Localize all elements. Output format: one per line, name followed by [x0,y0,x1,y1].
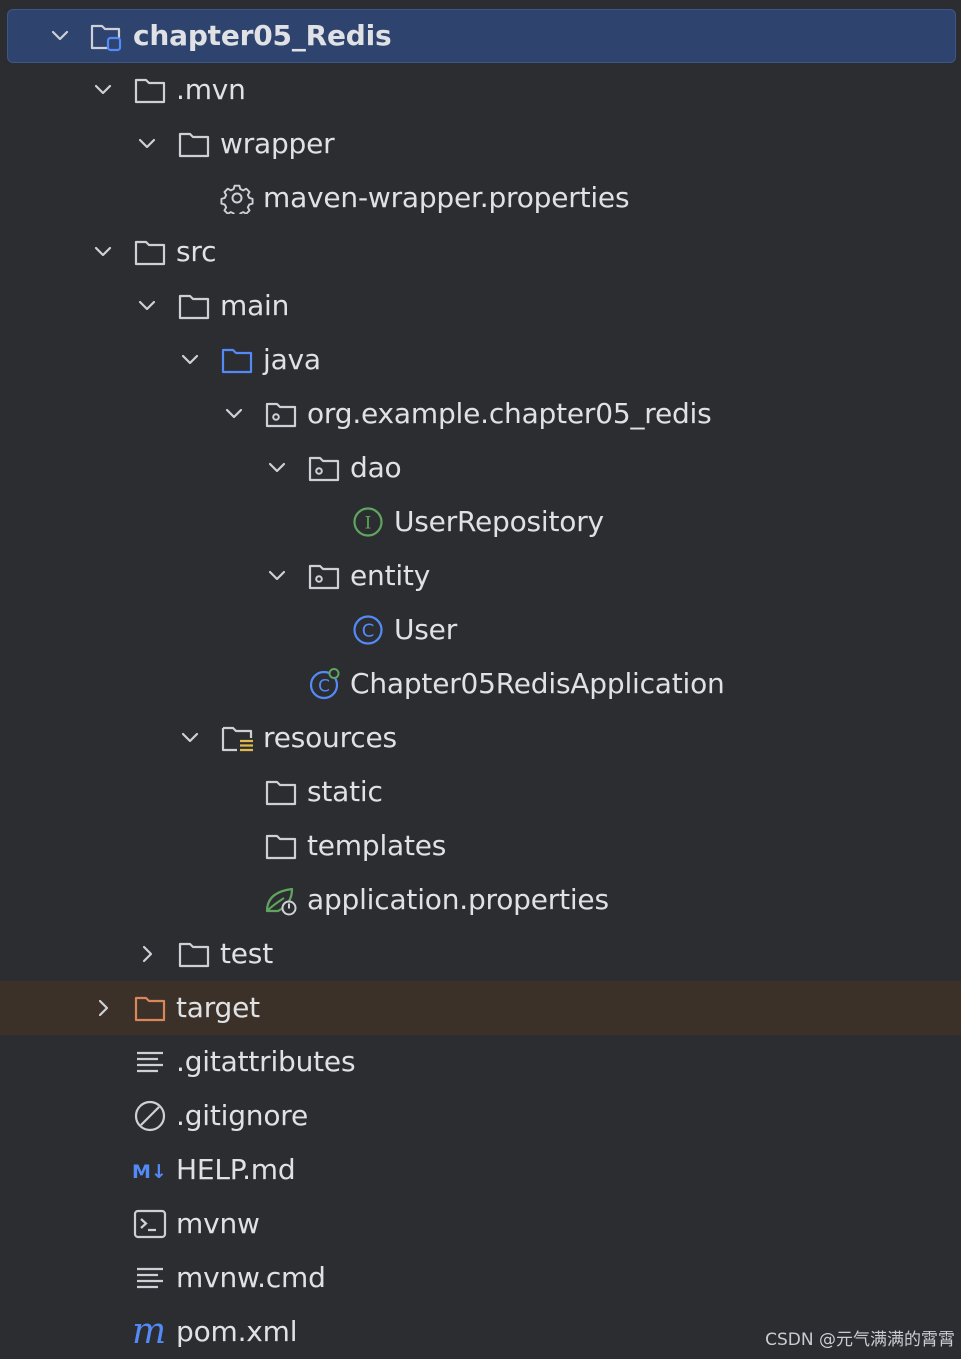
folder-icon [264,830,298,862]
chevron-down-icon[interactable] [264,455,290,481]
tree-label-user: User [394,613,458,646]
source-folder-icon [220,344,254,376]
markdown-glyph: M↓ [132,1161,167,1183]
tree-row-root[interactable]: chapter05_Redis [0,9,961,63]
chevron-down-icon[interactable] [264,563,290,589]
package-icon [307,452,341,484]
chevron-right-icon[interactable] [134,941,160,967]
spring-leaf-icon [264,884,298,916]
tree-label-root: chapter05_Redis [133,19,392,52]
watermark: CSDN @元气满满的霄霄 [765,1330,955,1350]
tree-row-package[interactable]: org.example.chapter05_redis [0,387,961,441]
tree-label-src: src [176,235,217,268]
chevron-down-icon[interactable] [47,23,73,49]
tree-row-mvn[interactable]: .mvn [0,63,961,117]
project-tree: chapter05_Redis .mvn wrapper maven-wrapp… [0,9,961,1359]
text-file-icon [133,1262,167,1294]
module-folder-icon [89,20,123,52]
tree-label-help-md: HELP.md [176,1153,296,1186]
tree-row-mvnw-cmd[interactable]: mvnw.cmd [0,1251,961,1305]
text-file-icon [133,1046,167,1078]
tree-label-application-class: Chapter05RedisApplication [350,667,725,700]
tree-row-application-class[interactable]: C Chapter05RedisApplication [0,657,961,711]
class-glyph: C [362,621,375,642]
tree-row-main[interactable]: main [0,279,961,333]
tree-row-mvnw[interactable]: mvnw [0,1197,961,1251]
folder-icon [177,938,211,970]
class-glyph: C [318,677,330,697]
tree-label-mvn: .mvn [176,73,246,106]
tree-row-entity[interactable]: entity [0,549,961,603]
chevron-right-icon[interactable] [90,995,116,1021]
package-icon [264,398,298,430]
tree-label-resources: resources [263,721,397,754]
chevron-down-icon[interactable] [134,293,160,319]
package-icon [307,560,341,592]
tree-label-gitignore: .gitignore [176,1099,308,1132]
terminal-icon [133,1208,167,1240]
folder-icon [177,128,211,160]
tree-label-main: main [220,289,290,322]
tree-row-gitignore[interactable]: .gitignore [0,1089,961,1143]
tree-label-mvnw: mvnw [176,1207,260,1240]
tree-label-dao: dao [350,451,402,484]
tree-row-application-properties[interactable]: application.properties [0,873,961,927]
chevron-down-icon[interactable] [177,725,203,751]
tree-row-gitattributes[interactable]: .gitattributes [0,1035,961,1089]
tree-label-package: org.example.chapter05_redis [307,397,712,430]
tree-label-application-properties: application.properties [307,883,609,916]
tree-label-maven-wrapper-properties: maven-wrapper.properties [263,181,630,214]
tree-row-help-md[interactable]: M↓ HELP.md [0,1143,961,1197]
chevron-down-icon[interactable] [134,131,160,157]
tree-row-test[interactable]: test [0,927,961,981]
class-icon: C [351,614,385,646]
excluded-folder-icon [133,992,167,1024]
spring-boot-class-icon: C [307,668,341,700]
resources-folder-icon [220,722,254,754]
tree-label-static: static [307,775,383,808]
folder-icon [133,74,167,106]
maven-icon: m [131,1311,169,1352]
tree-label-mvnw-cmd: mvnw.cmd [176,1261,326,1294]
markdown-icon: M↓ [131,1154,171,1186]
tree-row-src[interactable]: src [0,225,961,279]
tree-row-wrapper[interactable]: wrapper [0,117,961,171]
folder-icon [133,236,167,268]
chevron-down-icon[interactable] [90,239,116,265]
tree-label-wrapper: wrapper [220,127,335,160]
tree-row-templates[interactable]: templates [0,819,961,873]
tree-label-templates: templates [307,829,447,862]
folder-icon [264,776,298,808]
ignore-file-icon [133,1100,167,1132]
tree-label-target: target [176,991,260,1024]
tree-row-dao[interactable]: dao [0,441,961,495]
tree-row-static[interactable]: static [0,765,961,819]
gear-icon [220,182,254,218]
tree-label-pom-xml: pom.xml [176,1315,298,1348]
tree-row-maven-wrapper-properties[interactable]: maven-wrapper.properties [0,171,961,225]
tree-label-entity: entity [350,559,431,592]
chevron-down-icon[interactable] [177,347,203,373]
chevron-down-icon[interactable] [221,401,247,427]
tree-row-java[interactable]: java [0,333,961,387]
folder-icon [177,290,211,322]
tree-label-java: java [263,343,321,376]
tree-label-gitattributes: .gitattributes [176,1045,356,1078]
maven-glyph: m [132,1316,166,1348]
tree-label-user-repository: UserRepository [394,505,604,538]
tree-row-resources[interactable]: resources [0,711,961,765]
interface-glyph: I [365,514,372,534]
interface-icon: I [351,506,385,538]
chevron-down-icon[interactable] [90,77,116,103]
tree-row-target[interactable]: target [0,981,961,1035]
tree-row-user-repository[interactable]: I UserRepository [0,495,961,549]
tree-label-test: test [220,937,273,970]
tree-row-user[interactable]: C User [0,603,961,657]
